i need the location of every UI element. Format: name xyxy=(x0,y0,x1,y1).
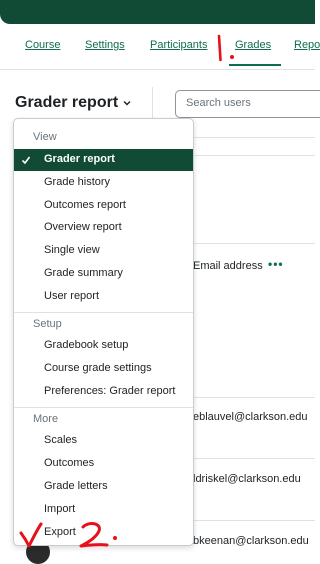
menu-item-import[interactable]: Import xyxy=(14,499,193,521)
menu-item-grader-report[interactable]: Grader report xyxy=(14,149,193,171)
tab-course[interactable]: Course xyxy=(25,39,60,51)
menu-item-export[interactable]: Export xyxy=(14,522,193,544)
active-tab-indicator xyxy=(229,64,281,66)
menu-section-view: View xyxy=(33,131,57,143)
tab-reports[interactable]: Repo xyxy=(294,39,320,51)
menu-item-single-view[interactable]: Single view xyxy=(14,240,193,262)
menu-item-outcomes[interactable]: Outcomes xyxy=(14,453,193,475)
menu-item-label: Grader report xyxy=(44,153,115,165)
menu-item-label: Grade summary xyxy=(44,267,123,279)
menu-item-label: Gradebook setup xyxy=(44,339,129,351)
check-icon xyxy=(21,156,31,165)
menu-section-setup: Setup xyxy=(33,318,62,330)
menu-item-label: Course grade settings xyxy=(44,362,152,374)
menu-item-label: Grade history xyxy=(44,176,111,188)
table-cell-email: eblauvel@clarkson.edu xyxy=(193,411,308,423)
table-divider xyxy=(190,458,315,459)
menu-item-label: Overview report xyxy=(44,221,122,233)
menu-item-scales[interactable]: Scales xyxy=(14,430,193,452)
menu-item-label: User report xyxy=(44,290,100,302)
menu-item-label: Single view xyxy=(44,244,100,256)
table-cell-email: bkeenan@clarkson.edu xyxy=(193,535,309,547)
email-column-header: Email address xyxy=(193,260,263,272)
top-navbar xyxy=(0,0,315,24)
menu-item-gradebook-setup[interactable]: Gradebook setup xyxy=(14,335,193,357)
menu-item-label: Grade letters xyxy=(44,480,108,492)
menu-item-label: Preferences: Grader report xyxy=(44,385,176,397)
table-divider xyxy=(190,137,315,138)
table-divider xyxy=(190,520,315,521)
search-users-box[interactable] xyxy=(175,90,320,118)
table-divider xyxy=(190,243,315,244)
menu-item-overview-report[interactable]: Overview report xyxy=(14,217,193,239)
table-cell-email: ldriskel@clarkson.edu xyxy=(193,473,301,485)
tab-grades[interactable]: Grades xyxy=(235,39,271,51)
search-users-input[interactable] xyxy=(186,97,316,109)
menu-item-label: Import xyxy=(44,503,76,515)
table-divider xyxy=(190,397,315,398)
menu-item-label: Outcomes report xyxy=(44,199,126,211)
menu-divider xyxy=(14,312,193,313)
chevron-down-icon[interactable] xyxy=(121,97,133,109)
menu-item-outcomes-report[interactable]: Outcomes report xyxy=(14,195,193,217)
menu-item-label: Export xyxy=(44,526,76,538)
report-selector-title[interactable]: Grader report xyxy=(15,94,118,112)
more-dots-icon[interactable]: ••• xyxy=(268,257,284,271)
menu-item-grade-history[interactable]: Grade history xyxy=(14,172,193,194)
menu-divider xyxy=(14,407,193,408)
menu-item-label: Outcomes xyxy=(44,457,95,469)
menu-item-user-report[interactable]: User report xyxy=(14,286,193,308)
tab-participants[interactable]: Participants xyxy=(150,39,207,51)
menu-item-preferences-grader-report[interactable]: Preferences: Grader report xyxy=(14,381,193,403)
menu-section-more: More xyxy=(33,413,59,425)
secondary-navigation: Course Settings Participants Grades Repo xyxy=(0,24,320,70)
report-dropdown-menu: View Grader report Grade history Outcome… xyxy=(13,118,194,546)
menu-item-grade-summary[interactable]: Grade summary xyxy=(14,263,193,285)
menu-item-label: Scales xyxy=(44,434,78,446)
tab-settings[interactable]: Settings xyxy=(85,39,125,51)
menu-item-grade-letters[interactable]: Grade letters xyxy=(14,476,193,498)
menu-item-course-grade-settings[interactable]: Course grade settings xyxy=(14,358,193,380)
table-divider xyxy=(190,155,315,156)
